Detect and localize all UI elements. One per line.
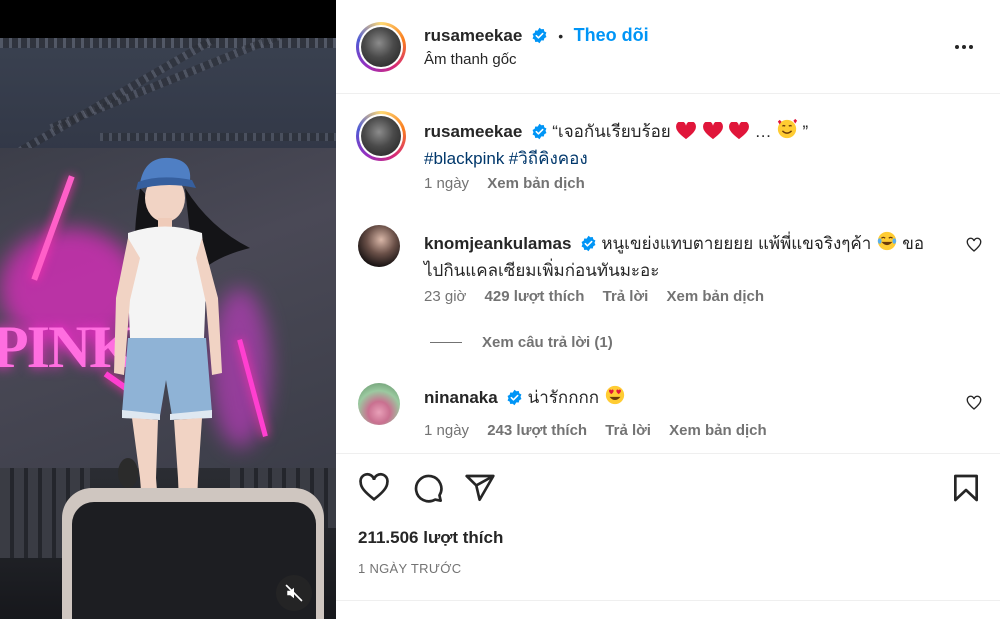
comment-likes[interactable]: 429 lượt thích [485,288,585,305]
send-icon[interactable] [464,472,496,504]
comment: knomjeankulamas หนูเขย่งแทบตายยยย แพ้พี่… [424,230,954,285]
comment-text: ไปกินแคลเซียมเพิ่มก่อนทันมะอะ [424,261,660,280]
muted-speaker-icon [285,584,303,602]
audio-link[interactable]: Âm thanh gốc [424,51,517,68]
caption-ellipsis: … [754,122,772,141]
caption-time[interactable]: 1 ngày [424,175,469,192]
caption-username[interactable]: rusameekae [424,122,522,141]
author-avatar[interactable] [356,22,406,72]
stage-truss [0,38,336,48]
post-date[interactable]: 1 NGÀY TRƯỚC [358,561,461,576]
translate-button[interactable]: Xem bản dịch [487,175,585,192]
smiling-face-with-hearts-icon [777,118,798,139]
comment-text: น่ารักกกก [527,388,600,407]
bookmark-icon[interactable] [950,472,982,504]
tears-of-joy-icon [877,231,896,251]
verified-badge-icon [507,389,522,406]
reply-button[interactable]: Trả lời [605,422,651,439]
comment-time[interactable]: 23 giờ [424,288,466,305]
mute-toggle-button[interactable] [276,575,312,611]
caption-meta: 1 ngày Xem bản dịch [424,175,599,192]
commenter-avatar[interactable] [358,383,400,425]
comment-icon[interactable] [412,472,444,504]
author-username[interactable]: rusameekae [424,26,522,45]
comment-likes[interactable]: 243 lượt thích [487,422,587,439]
comment-username[interactable]: knomjeankulamas [424,234,571,253]
like-count[interactable]: 211.506 lượt thích [358,528,503,548]
caption-text: “เจอกันเรียบร้อย [552,122,671,141]
actions-divider [336,453,1000,454]
verified-badge-icon [581,235,596,252]
header-separator: • [558,28,564,44]
commenter-avatar[interactable] [358,225,400,267]
caption-author-avatar[interactable] [356,111,406,161]
translate-button[interactable]: Xem bản dịch [666,288,764,305]
media-top-bar [0,0,336,38]
like-comment-heart-icon[interactable] [966,237,982,253]
post-header: rusameekae • Theo dõi [424,25,649,46]
red-heart-icon [729,122,750,140]
bottom-divider [336,600,1000,601]
verified-badge-icon [532,123,547,140]
heart-icon[interactable] [358,472,390,504]
header-divider [336,93,1000,94]
more-options-icon[interactable] [953,36,974,54]
hashtag-link[interactable]: #blackpink [424,149,504,168]
red-heart-icon [676,122,697,140]
comment-text: ขอ [902,234,925,253]
red-heart-icon [702,122,723,140]
hashtag-link[interactable]: #วิถีคิงคอง [509,149,588,168]
verified-badge-icon [532,27,547,44]
replies-line [430,342,462,343]
view-replies-button[interactable]: Xem câu trả lời (1) [482,334,613,351]
audience-head [118,458,138,488]
caption-quote-end: ” [802,122,809,141]
comment-username[interactable]: ninanaka [424,388,498,407]
translate-button[interactable]: Xem bản dịch [669,422,767,439]
post-media[interactable]: PINK [0,0,336,619]
comment-time[interactable]: 1 ngày [424,422,469,439]
comment: ninanaka น่ารักกกก [424,384,954,412]
post-details-panel: rusameekae • Theo dõi Âm thanh gốc rusam… [336,0,1000,619]
follow-button[interactable]: Theo dõi [574,25,649,45]
stage-truss [100,133,336,141]
reply-button[interactable]: Trả lời [603,288,649,305]
caption: rusameekae “เจอกันเรียบร้อย … ” #blackpi… [424,118,964,173]
comment-meta: 23 giờ 429 lượt thích Trả lời Xem bản dị… [424,288,778,305]
heart-eyes-icon [605,385,624,405]
like-comment-heart-icon[interactable] [966,395,982,411]
comment-text: หนูเขย่งแทบตายยยย แพ้พี่แขจริงๆค้า [601,234,872,253]
comment-meta: 1 ngày 243 lượt thích Trả lời Xem bản dị… [424,422,781,439]
